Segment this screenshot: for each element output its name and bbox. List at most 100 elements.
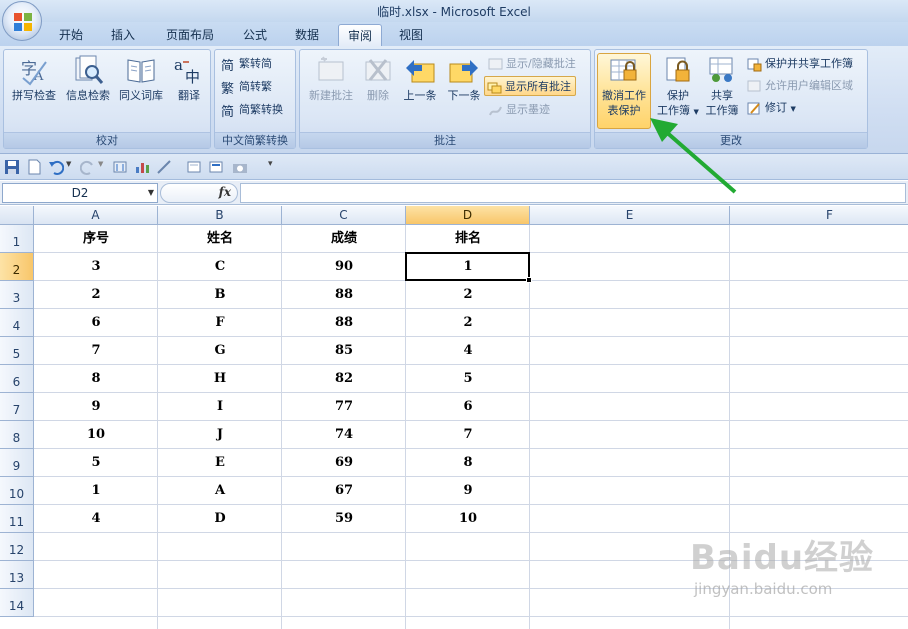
cell-d8[interactable]: 7 (406, 421, 530, 449)
save-icon[interactable] (4, 159, 20, 175)
cell-d3[interactable]: 2 (406, 281, 530, 309)
show-all-comments-button[interactable]: 显示所有批注 (484, 76, 576, 96)
tab-view[interactable]: 视图 (390, 24, 432, 46)
cell-a11[interactable]: 4 (34, 505, 158, 533)
cell-d10[interactable]: 9 (406, 477, 530, 505)
new-comment-button[interactable]: 新建批注 (304, 54, 358, 103)
row-header-13[interactable]: 13 (0, 561, 34, 589)
cell-c9[interactable]: 69 (282, 449, 406, 477)
undo-dropdown-icon[interactable]: ▼ (66, 160, 71, 168)
insert-function-icon[interactable]: fx (219, 185, 231, 199)
cell-a13[interactable] (34, 561, 158, 589)
share-workbook-button[interactable]: 共享 工作簿 (701, 54, 743, 118)
tab-formulas[interactable]: 公式 (234, 24, 276, 46)
cell-b6[interactable]: H (158, 365, 282, 393)
column-header-e[interactable]: E (530, 206, 730, 225)
cell-b14[interactable] (158, 589, 282, 617)
name-box-dropdown-icon[interactable]: ▼ (148, 184, 154, 202)
cell-b1[interactable]: 姓名 (158, 225, 282, 253)
cell-c1[interactable]: 成绩 (282, 225, 406, 253)
cell-c5[interactable]: 85 (282, 337, 406, 365)
cell-c10[interactable]: 67 (282, 477, 406, 505)
show-ink-button[interactable]: 显示墨迹 (486, 100, 550, 120)
cell-d14[interactable] (406, 589, 530, 617)
cell-d6[interactable]: 5 (406, 365, 530, 393)
cell-c2[interactable]: 90 (282, 253, 406, 281)
row-header-4[interactable]: 4 (0, 309, 34, 337)
cell-a5[interactable]: 7 (34, 337, 158, 365)
row-header-2[interactable]: 2 (0, 253, 34, 281)
cell-b5[interactable]: G (158, 337, 282, 365)
row-header-9[interactable]: 9 (0, 449, 34, 477)
customize-qat-icon[interactable]: ▾ (268, 159, 273, 169)
row-header-3[interactable]: 3 (0, 281, 34, 309)
cell-d5[interactable]: 4 (406, 337, 530, 365)
protect-and-share-button[interactable]: 保护并共享工作簿 (745, 54, 853, 74)
cell-b2[interactable]: C (158, 253, 282, 281)
row-header-11[interactable]: 11 (0, 505, 34, 533)
allow-edit-ranges-button[interactable]: 允许用户编辑区域 (745, 76, 853, 96)
cell-a9[interactable]: 5 (34, 449, 158, 477)
formula-input[interactable] (240, 183, 906, 203)
cell-c4[interactable]: 88 (282, 309, 406, 337)
traditional-to-simplified-button[interactable]: 简 繁转简 (219, 54, 272, 74)
cell-a10[interactable]: 1 (34, 477, 158, 505)
cell-a2[interactable]: 3 (34, 253, 158, 281)
draw-icon[interactable] (156, 159, 172, 175)
cell-d13[interactable] (406, 561, 530, 589)
column-header-d[interactable]: D (406, 206, 530, 225)
cell-b4[interactable]: F (158, 309, 282, 337)
cell-a6[interactable]: 8 (34, 365, 158, 393)
cell-c8[interactable]: 74 (282, 421, 406, 449)
cell-c12[interactable] (282, 533, 406, 561)
cell-b12[interactable] (158, 533, 282, 561)
cell-a12[interactable] (34, 533, 158, 561)
undo-icon[interactable] (48, 159, 64, 175)
fill-handle[interactable] (526, 277, 532, 283)
row-header-5[interactable]: 5 (0, 337, 34, 365)
office-button[interactable] (2, 1, 42, 41)
column-header-b[interactable]: B (158, 206, 282, 225)
cell-d9[interactable]: 8 (406, 449, 530, 477)
tab-home[interactable]: 开始 (50, 24, 92, 46)
delete-comment-button[interactable]: 删除 (358, 54, 398, 103)
simplified-to-traditional-button[interactable]: 繁 简转繁 (219, 77, 272, 97)
cell-c11[interactable]: 59 (282, 505, 406, 533)
research-button[interactable]: 信息检索 (62, 54, 114, 103)
cell-b10[interactable]: A (158, 477, 282, 505)
new-document-icon[interactable] (26, 159, 42, 175)
cell-a1[interactable]: 序号 (34, 225, 158, 253)
row-header-10[interactable]: 10 (0, 477, 34, 505)
cell-b11[interactable]: D (158, 505, 282, 533)
print-preview-icon[interactable] (186, 159, 202, 175)
row-header-8[interactable]: 8 (0, 421, 34, 449)
cell-d4[interactable]: 2 (406, 309, 530, 337)
name-box[interactable]: D2 ▼ (2, 183, 158, 203)
form-icon[interactable] (208, 159, 224, 175)
cell-c3[interactable]: 88 (282, 281, 406, 309)
tab-insert[interactable]: 插入 (102, 24, 144, 46)
show-hide-comment-button[interactable]: 显示/隐藏批注 (486, 54, 576, 74)
cell-b9[interactable]: E (158, 449, 282, 477)
cell-c6[interactable]: 82 (282, 365, 406, 393)
cell-c7[interactable]: 77 (282, 393, 406, 421)
row-header-7[interactable]: 7 (0, 393, 34, 421)
spelling-button[interactable]: 字 A 拼写检查 (6, 54, 62, 103)
cell-d12[interactable] (406, 533, 530, 561)
sort-icon[interactable] (112, 159, 128, 175)
row-header-14[interactable]: 14 (0, 589, 34, 617)
tab-page-layout[interactable]: 页面布局 (158, 24, 222, 46)
cell-a7[interactable]: 9 (34, 393, 158, 421)
thesaurus-button[interactable]: 同义词库 (114, 54, 168, 103)
cell-c13[interactable] (282, 561, 406, 589)
tab-review[interactable]: 审阅 (338, 24, 382, 46)
column-header-f[interactable]: F (730, 206, 908, 225)
redo-dropdown-icon[interactable]: ▼ (98, 160, 103, 168)
cell-b13[interactable] (158, 561, 282, 589)
chinese-convert-button[interactable]: 简 简繁转换 (219, 100, 283, 120)
translate-button[interactable]: a 中 翻译 (168, 54, 210, 103)
cell-c14[interactable] (282, 589, 406, 617)
cell-d1[interactable]: 排名 (406, 225, 530, 253)
row-header-12[interactable]: 12 (0, 533, 34, 561)
next-comment-button[interactable]: 下一条 (442, 54, 486, 103)
